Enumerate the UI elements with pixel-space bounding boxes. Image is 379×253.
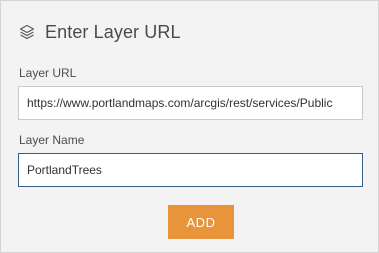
- enter-layer-url-panel: Enter Layer URL Layer URL Layer Name ADD: [0, 0, 379, 253]
- add-button[interactable]: ADD: [168, 205, 234, 239]
- layer-name-label: Layer Name: [19, 133, 85, 147]
- panel-header: Enter Layer URL: [18, 20, 181, 44]
- layer-url-label: Layer URL: [19, 66, 77, 80]
- layer-url-input[interactable]: [18, 86, 363, 120]
- layer-name-input[interactable]: [18, 153, 363, 187]
- panel-title: Enter Layer URL: [45, 21, 181, 42]
- layers-icon: [18, 23, 36, 41]
